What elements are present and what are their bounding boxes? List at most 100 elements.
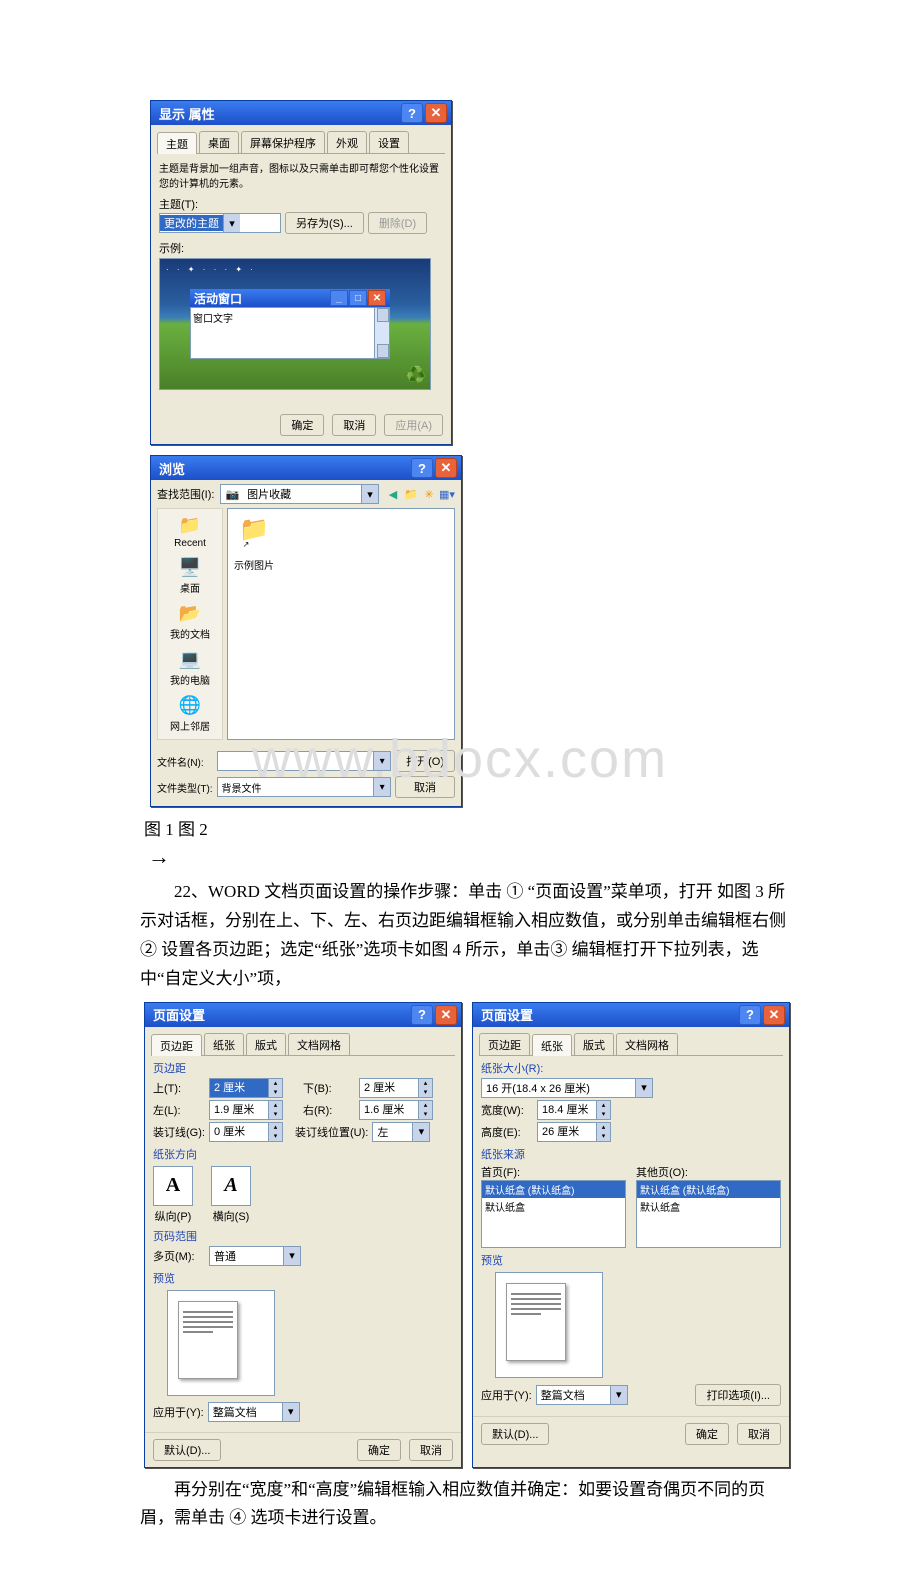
place-mydocs[interactable]: 📂我的文档 <box>170 603 210 641</box>
multipage-dropdown[interactable]: 普通▾ <box>209 1246 301 1266</box>
papersize-dropdown[interactable]: 16 开(18.4 x 26 厘米)▾ <box>481 1078 653 1098</box>
apply-button: 应用(A) <box>384 414 443 436</box>
views-icon[interactable]: ▦▾ <box>439 486 455 502</box>
tab-margins[interactable]: 页边距 <box>151 1034 202 1056</box>
cancel-button[interactable]: 取消 <box>395 776 455 798</box>
back-icon[interactable]: ◀ <box>385 486 401 502</box>
chevron-down-icon[interactable]: ▾ <box>373 778 390 796</box>
tab-screensaver[interactable]: 屏幕保护程序 <box>241 131 325 153</box>
cancel-button[interactable]: 取消 <box>332 414 376 436</box>
close-icon[interactable]: ✕ <box>435 458 457 478</box>
open-button[interactable]: 打开(O) <box>395 750 455 772</box>
place-recent[interactable]: 📁Recent <box>174 515 206 549</box>
applyto-label: 应用于(Y): <box>481 1387 532 1403</box>
gutter-spinner[interactable]: 0 厘米▴▾ <box>209 1122 283 1142</box>
up-icon[interactable]: 📁 <box>403 486 419 502</box>
theme-dropdown[interactable]: 更改的主题 ▾ <box>159 213 281 233</box>
tab-settings[interactable]: 设置 <box>369 131 409 153</box>
place-network[interactable]: 🌐网上邻居 <box>170 695 210 733</box>
tab-desktop[interactable]: 桌面 <box>199 131 239 153</box>
top-spinner[interactable]: 2 厘米▴▾ <box>209 1078 283 1098</box>
portrait-label: 纵向(P) <box>153 1208 193 1224</box>
close-icon[interactable]: ✕ <box>425 103 447 123</box>
tab-grid[interactable]: 文档网格 <box>616 1033 678 1055</box>
theme-value: 更改的主题 <box>160 215 223 231</box>
width-spinner[interactable]: 18.4 厘米▴▾ <box>537 1100 611 1120</box>
place-desktop[interactable]: 🖥️桌面 <box>179 557 201 595</box>
chevron-down-icon[interactable]: ▾ <box>373 752 390 770</box>
default-button[interactable]: 默认(D)... <box>153 1439 221 1461</box>
bottom-spinner[interactable]: 2 厘米▴▾ <box>359 1078 433 1098</box>
print-options-button[interactable]: 打印选项(I)... <box>695 1384 781 1406</box>
chevron-down-icon[interactable]: ▾ <box>223 214 240 232</box>
titlebar: 显示 属性 ? ✕ <box>151 101 451 125</box>
otherpage-listbox[interactable]: 默认纸盒 (默认纸盒) 默认纸盒 <box>636 1180 781 1248</box>
chevron-down-icon: ▾ <box>283 1247 300 1265</box>
list-item[interactable]: 默认纸盒 <box>482 1198 625 1215</box>
close-icon[interactable]: ✕ <box>763 1005 785 1025</box>
place-mycomputer[interactable]: 💻我的电脑 <box>170 649 210 687</box>
left-spinner[interactable]: 1.9 厘米▴▾ <box>209 1100 283 1120</box>
close-icon[interactable]: ✕ <box>435 1005 457 1025</box>
tab-layout[interactable]: 版式 <box>246 1033 286 1055</box>
tab-paper[interactable]: 纸张 <box>204 1033 244 1055</box>
cancel-button[interactable]: 取消 <box>409 1439 453 1461</box>
dialog-title: 显示 属性 <box>159 104 215 123</box>
titlebar: 页面设置 ?✕ <box>473 1003 789 1027</box>
filename-input[interactable]: ▾ <box>217 751 392 771</box>
help-icon[interactable]: ? <box>739 1005 761 1025</box>
landscape-button[interactable]: A <box>211 1166 251 1206</box>
minimize-icon: _ <box>330 290 348 306</box>
page-setup-paper-dialog: 页面设置 ?✕ 页边距 纸张 版式 文档网格 纸张大小(R): 16 开(18.… <box>472 1002 790 1468</box>
help-icon[interactable]: ? <box>411 1005 433 1025</box>
preview-box <box>495 1272 603 1378</box>
lookin-dropdown[interactable]: 📷 图片收藏 ▾ <box>220 484 379 504</box>
firstpage-label: 首页(F): <box>481 1164 626 1180</box>
tab-grid[interactable]: 文档网格 <box>288 1033 350 1055</box>
tab-paper[interactable]: 纸张 <box>532 1034 572 1056</box>
ok-button[interactable]: 确定 <box>357 1439 401 1461</box>
gutter-pos-dropdown[interactable]: 左▾ <box>372 1122 430 1142</box>
filetype-dropdown[interactable]: 背景文件▾ <box>217 777 392 797</box>
chevron-down-icon: ▾ <box>635 1079 652 1097</box>
bottom-label: 下(B): <box>303 1080 355 1096</box>
chevron-down-icon: ▾ <box>610 1386 627 1404</box>
chevron-down-icon: ▾ <box>282 1403 299 1421</box>
titlebar: 页面设置 ?✕ <box>145 1003 461 1027</box>
filetype-label: 文件类型(T): <box>157 780 213 795</box>
folder-item[interactable]: 📁 ↗ 示例图片 <box>234 515 274 572</box>
theme-preview: · · ✦ · · · ✦ · 活动窗口 _ □ ✕ 窗口文字 ♻️ <box>159 258 431 390</box>
ok-button[interactable]: 确定 <box>685 1423 729 1445</box>
new-folder-icon[interactable]: ✳ <box>421 486 437 502</box>
right-label: 右(R): <box>303 1102 355 1118</box>
applyto-dropdown[interactable]: 整篇文档▾ <box>208 1402 300 1422</box>
save-as-button[interactable]: 另存为(S)... <box>285 212 364 234</box>
lookin-value: 图片收藏 <box>243 486 361 502</box>
portrait-button[interactable]: A <box>153 1166 193 1206</box>
tab-layout[interactable]: 版式 <box>574 1033 614 1055</box>
help-icon[interactable]: ? <box>411 458 433 478</box>
otherpage-label: 其他页(O): <box>636 1164 781 1180</box>
height-spinner[interactable]: 26 厘米▴▾ <box>537 1122 611 1142</box>
applyto-dropdown[interactable]: 整篇文档▾ <box>536 1385 628 1405</box>
pages-group-label: 页码范围 <box>153 1228 453 1244</box>
ok-button[interactable]: 确定 <box>280 414 324 436</box>
landscape-label: 横向(S) <box>211 1208 251 1224</box>
preview-box <box>167 1290 275 1396</box>
file-area[interactable]: 📁 ↗ 示例图片 <box>227 508 455 740</box>
tab-theme[interactable]: 主题 <box>157 132 197 154</box>
cancel-button[interactable]: 取消 <box>737 1423 781 1445</box>
default-button[interactable]: 默认(D)... <box>481 1423 549 1445</box>
chevron-down-icon[interactable]: ▾ <box>361 485 378 503</box>
tab-appearance[interactable]: 外观 <box>327 131 367 153</box>
list-item[interactable]: 默认纸盒 (默认纸盒) <box>637 1181 780 1198</box>
dialog-title: 页面设置 <box>481 1005 533 1024</box>
firstpage-listbox[interactable]: 默认纸盒 (默认纸盒) 默认纸盒 <box>481 1180 626 1248</box>
tab-margins[interactable]: 页边距 <box>479 1033 530 1055</box>
help-icon[interactable]: ? <box>401 103 423 123</box>
preview-window-title: 活动窗口 <box>194 290 242 307</box>
list-item[interactable]: 默认纸盒 <box>637 1198 780 1215</box>
right-spinner[interactable]: 1.6 厘米▴▾ <box>359 1100 433 1120</box>
list-item[interactable]: 默认纸盒 (默认纸盒) <box>482 1181 625 1198</box>
places-bar: 📁Recent 🖥️桌面 📂我的文档 💻我的电脑 🌐网上邻居 <box>157 508 223 740</box>
